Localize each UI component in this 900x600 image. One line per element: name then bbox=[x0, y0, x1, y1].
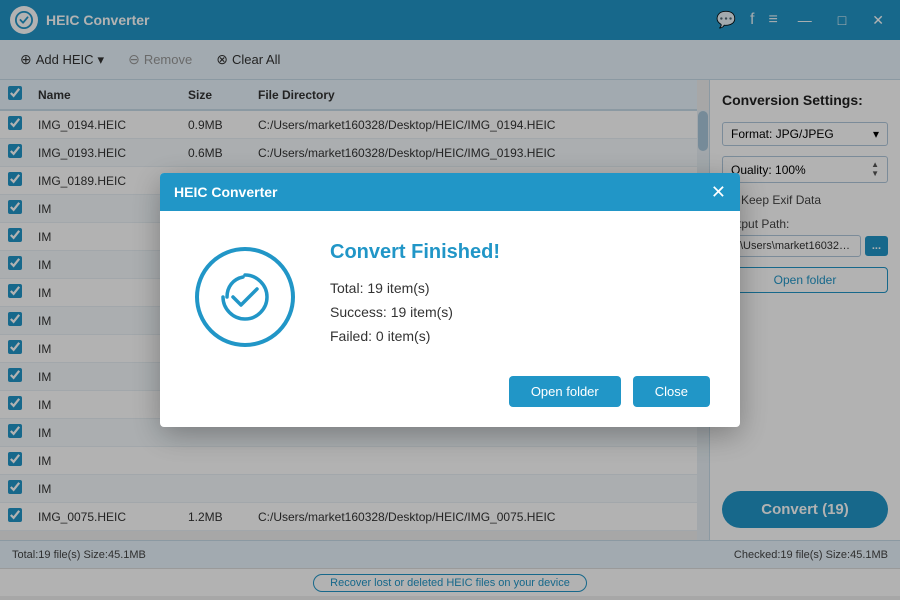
modal-total: Total: 19 item(s) bbox=[330, 280, 710, 296]
modal-overlay: HEIC Converter ✕ Convert Finished! Total… bbox=[0, 0, 900, 600]
modal-open-folder-button[interactable]: Open folder bbox=[509, 376, 621, 407]
success-circle-icon bbox=[195, 247, 295, 347]
modal-icon-area bbox=[190, 242, 300, 352]
modal-close-x-button[interactable]: ✕ bbox=[711, 183, 726, 201]
modal-failed: Failed: 0 item(s) bbox=[330, 328, 710, 344]
modal-success: Success: 19 item(s) bbox=[330, 304, 710, 320]
modal-header: HEIC Converter ✕ bbox=[160, 173, 740, 211]
modal-title: HEIC Converter bbox=[174, 184, 277, 200]
modal-footer: Open folder Close bbox=[160, 376, 740, 427]
modal-close-button[interactable]: Close bbox=[633, 376, 710, 407]
convert-finished-modal: HEIC Converter ✕ Convert Finished! Total… bbox=[160, 173, 740, 427]
modal-content: Convert Finished! Total: 19 item(s) Succ… bbox=[330, 241, 710, 352]
modal-heading: Convert Finished! bbox=[330, 241, 710, 264]
modal-body: Convert Finished! Total: 19 item(s) Succ… bbox=[160, 211, 740, 376]
